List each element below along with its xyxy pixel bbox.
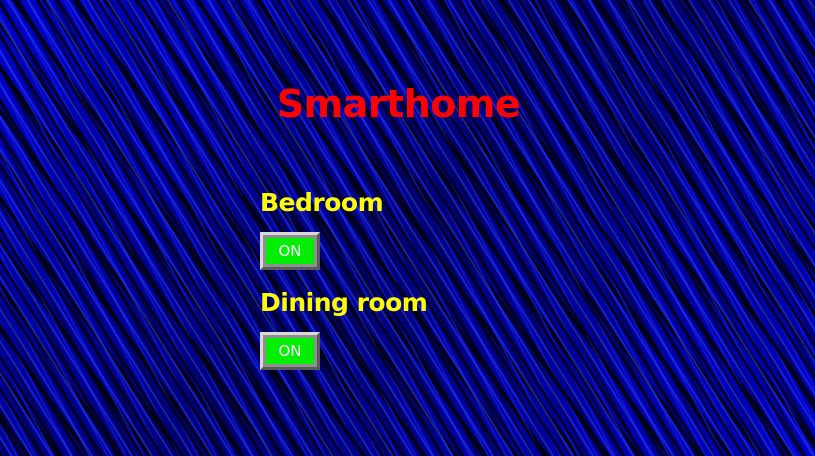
bedroom-toggle-label: ON [266, 238, 314, 264]
room-dining-room: Dining room ON [260, 288, 428, 370]
dining-room-toggle-label: ON [266, 338, 314, 364]
smarthome-page: { "title": "Smarthome", "rooms": [ { "la… [0, 0, 815, 456]
dining-room-toggle-button[interactable]: ON [260, 332, 320, 370]
room-bedroom: Bedroom ON [260, 188, 384, 270]
room-label-bedroom: Bedroom [260, 188, 384, 217]
bedroom-toggle-button[interactable]: ON [260, 232, 320, 270]
page-title: Smarthome [276, 82, 521, 126]
room-label-dining-room: Dining room [260, 288, 428, 317]
